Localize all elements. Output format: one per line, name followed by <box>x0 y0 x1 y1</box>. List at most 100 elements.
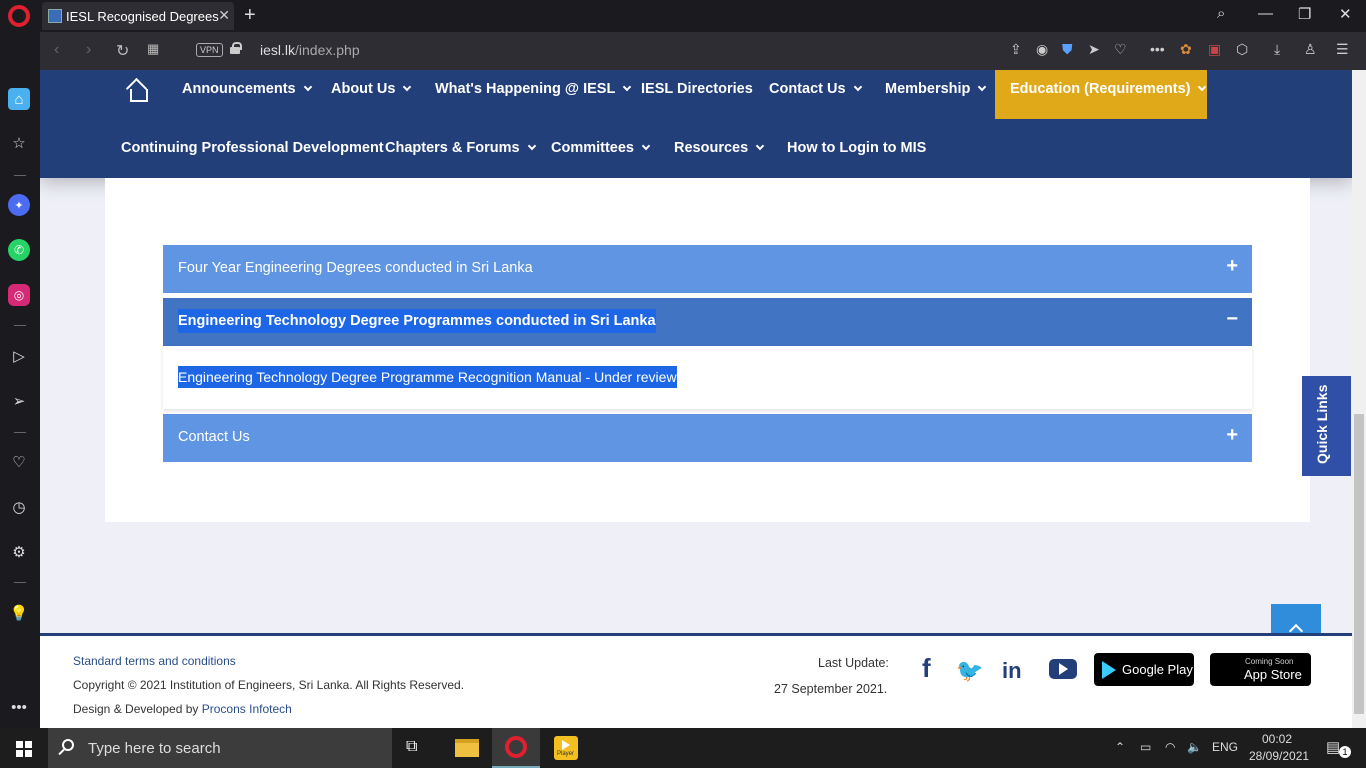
twitter-icon[interactable]: 🐦 <box>956 658 983 684</box>
youtube-icon[interactable] <box>1049 659 1077 679</box>
terms-link[interactable]: Standard terms and conditions <box>73 654 236 668</box>
nav-item-announcements[interactable]: Announcements <box>182 81 312 97</box>
windows-taskbar: Type here to search ⧉ Player ⌃ ▭ ◠ 🔈 ENG… <box>0 728 1366 768</box>
file-explorer-icon[interactable] <box>455 739 479 757</box>
nav-item-whats-happening[interactable]: What's Happening @ IESL <box>435 81 632 97</box>
procons-link[interactable]: Procons Infotech <box>202 702 292 716</box>
star-icon[interactable]: ☆ <box>8 132 30 154</box>
search-placeholder: Type here to search <box>88 740 221 757</box>
fb-extension-icon[interactable]: ▣ <box>1208 41 1221 58</box>
browser-tab[interactable]: IESL Recognised Degrees ✕ <box>42 2 234 30</box>
page-scrollbar[interactable] <box>1352 70 1366 728</box>
extensions-cube-icon[interactable]: ⬡ <box>1236 41 1248 58</box>
nav-item-membership[interactable]: Membership <box>885 81 987 97</box>
new-tab-icon[interactable]: + <box>244 4 256 27</box>
sidebar-divider <box>14 175 26 176</box>
vpn-badge[interactable]: VPN <box>196 43 223 57</box>
accordion-header-eng-tech-degrees[interactable]: Engineering Technology Degree Programmes… <box>163 298 1252 346</box>
accordion-header-four-year-degrees[interactable]: Four Year Engineering Degrees conducted … <box>163 245 1252 293</box>
wifi-icon[interactable]: ◠ <box>1165 740 1175 754</box>
chevron-down-icon <box>403 82 412 92</box>
tray-overflow-icon[interactable]: ⌃ <box>1115 740 1125 754</box>
snapshot-icon[interactable]: ◉ <box>1036 41 1048 58</box>
nav-item-committees[interactable]: Committees <box>551 140 651 156</box>
cookie-extension-icon[interactable]: ✿ <box>1180 41 1192 58</box>
lightbulb-icon[interactable]: 💡 <box>8 602 30 624</box>
pinboard-heart-icon[interactable]: ♡ <box>8 451 30 473</box>
accordion-title: Contact Us <box>178 429 250 445</box>
tab-title: IESL Recognised Degrees <box>66 9 219 24</box>
player-icon[interactable]: ▷ <box>8 345 30 367</box>
linkedin-icon[interactable]: in <box>1002 658 1022 684</box>
more-icon[interactable]: ••• <box>1150 41 1165 57</box>
app-store-button[interactable]: Coming Soon App Store <box>1210 653 1311 686</box>
search-tabs-icon[interactable]: ⌕ <box>1217 5 1225 22</box>
clock-time[interactable]: 00:02 <box>1262 732 1292 746</box>
volume-icon[interactable]: 🔈 <box>1187 740 1202 754</box>
nav-label: Announcements <box>182 81 296 97</box>
quick-links-tab[interactable]: Quick Links <box>1302 376 1351 476</box>
share-icon[interactable]: ⇪ <box>1010 41 1022 58</box>
lock-icon[interactable] <box>230 42 242 54</box>
main-navbar: Announcements About Us What's Happening … <box>40 70 1352 178</box>
windows-start-icon[interactable] <box>16 741 32 757</box>
maximize-icon[interactable]: ❐ <box>1298 5 1311 23</box>
opera-taskbar-icon[interactable] <box>492 728 540 768</box>
history-clock-icon[interactable]: ◷ <box>8 496 30 518</box>
speed-dial-icon[interactable]: ▦ <box>147 41 159 57</box>
footer: Standard terms and conditions Copyright … <box>40 633 1352 728</box>
nav-item-chapters-forums[interactable]: Chapters & Forums <box>385 140 536 156</box>
chevron-down-icon <box>641 141 651 151</box>
sidebar-divider <box>14 582 26 583</box>
player-app-icon[interactable]: Player <box>554 736 578 760</box>
battery-icon[interactable]: ▭ <box>1140 740 1151 754</box>
url-field[interactable]: iesl.lk/index.php <box>260 42 360 58</box>
opera-menu-icon[interactable] <box>8 5 30 27</box>
nav-item-login-mis[interactable]: How to Login to MIS <box>787 140 926 156</box>
search-icon <box>62 739 74 751</box>
instagram-icon[interactable]: ◎ <box>8 284 30 306</box>
back-icon[interactable]: ‹ <box>54 41 59 59</box>
notification-count: 1 <box>1339 746 1351 758</box>
google-play-button[interactable]: Google Play <box>1094 653 1194 686</box>
nav-item-cpd[interactable]: Continuing Professional Development <box>121 140 384 156</box>
nav-item-resources[interactable]: Resources <box>674 140 765 156</box>
home-icon[interactable]: ⌂ <box>8 88 30 110</box>
chevron-down-icon <box>978 82 987 92</box>
nav-item-contact-us[interactable]: Contact Us <box>769 81 862 97</box>
nav-item-about-us[interactable]: About Us <box>331 81 412 97</box>
reload-icon[interactable]: ↻ <box>116 41 129 61</box>
send-icon[interactable]: ➤ <box>1088 41 1100 58</box>
close-tab-icon[interactable]: ✕ <box>218 7 230 24</box>
language-indicator[interactable]: ENG <box>1212 740 1238 754</box>
heart-icon[interactable]: ♡ <box>1114 41 1127 58</box>
clock-date[interactable]: 28/09/2021 <box>1249 749 1309 763</box>
profile-icon[interactable]: ♙ <box>1304 41 1317 58</box>
nav-item-directories[interactable]: IESL Directories <box>641 81 753 97</box>
nav-label: How to Login to MIS <box>787 140 927 156</box>
accordion-header-contact-us[interactable]: Contact Us + <box>163 414 1252 462</box>
minimize-icon[interactable]: — <box>1258 5 1273 22</box>
url-path: /index.php <box>295 42 360 58</box>
settings-gear-icon[interactable]: ⚙ <box>8 541 30 563</box>
taskbar-search-box[interactable]: Type here to search <box>48 728 392 768</box>
notifications-icon[interactable]: ▤ <box>1326 738 1340 756</box>
messenger-icon[interactable]: ✦ <box>8 194 30 216</box>
close-window-icon[interactable]: ✕ <box>1339 5 1352 23</box>
recognition-manual-link[interactable]: Engineering Technology Degree Programme … <box>178 366 677 388</box>
collapse-minus-icon: − <box>1226 308 1238 330</box>
download-icon[interactable]: ⤓ <box>1274 41 1280 58</box>
sidebar-more-icon[interactable]: ••• <box>8 696 30 718</box>
flow-send-icon[interactable]: ➢ <box>8 390 30 412</box>
accordion-title: Engineering Technology Degree Programmes… <box>178 309 656 333</box>
whatsapp-icon[interactable]: ✆ <box>8 239 30 261</box>
task-view-icon[interactable]: ⧉ <box>406 738 430 762</box>
adblock-shield-icon[interactable]: ⛊ <box>1062 41 1073 58</box>
nav-item-education[interactable]: Education (Requirements) <box>1010 81 1207 97</box>
forward-icon[interactable]: › <box>86 41 91 59</box>
easy-setup-icon[interactable]: ☰ <box>1336 41 1349 58</box>
home-nav-icon[interactable] <box>126 80 148 102</box>
facebook-icon[interactable]: f <box>922 653 931 684</box>
nav-label: Education (Requirements) <box>1010 81 1191 97</box>
scrollbar-thumb[interactable] <box>1354 414 1364 714</box>
